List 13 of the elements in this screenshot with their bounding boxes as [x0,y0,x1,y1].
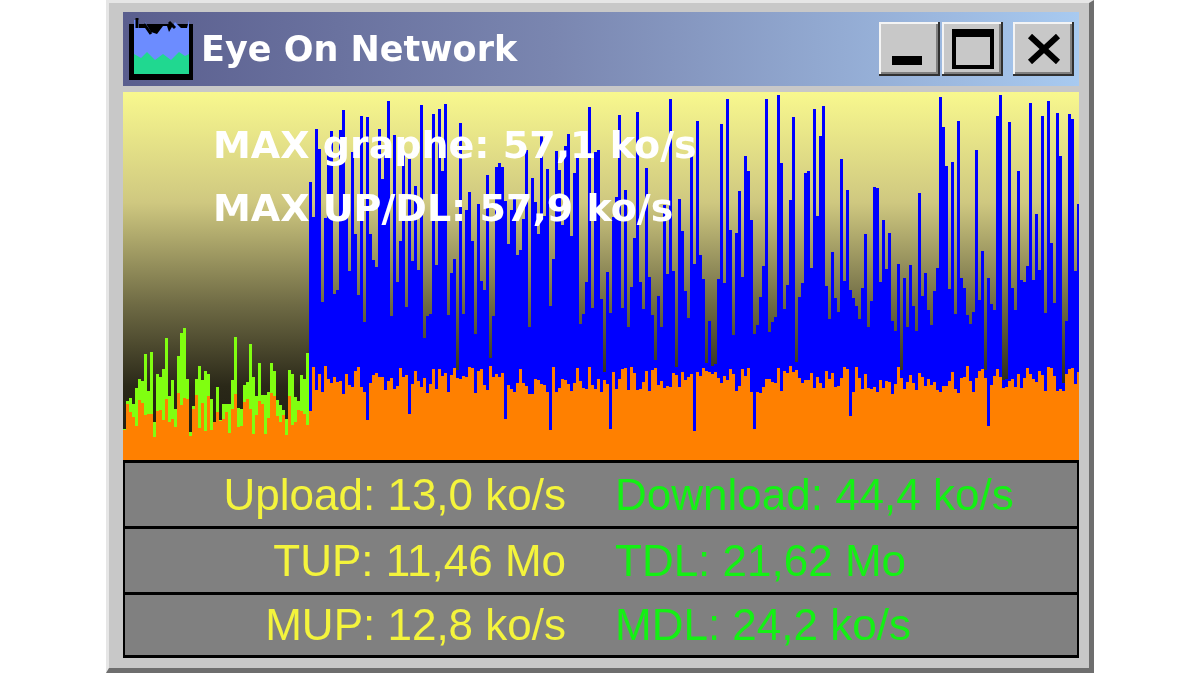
window-title: Eye On Network [201,31,518,67]
close-icon [1026,34,1061,64]
download-stat: MDL: 24,2 ko/s [615,603,911,647]
upload-stat: TUP: 11,46 Mo [273,538,566,583]
download-stat: Download: 44,4 ko/s [615,472,1014,517]
minimize-icon [891,56,922,65]
upload-stat: MUP: 12,8 ko/s [265,603,566,647]
close-button[interactable] [1013,22,1074,76]
maximize-button[interactable] [942,22,1003,76]
upload-stat: Upload: 13,0 ko/s [223,472,566,517]
minimize-button[interactable] [879,22,940,76]
download-stat: TDL: 21,62 Mo [615,538,907,583]
graph-icon [129,18,193,80]
